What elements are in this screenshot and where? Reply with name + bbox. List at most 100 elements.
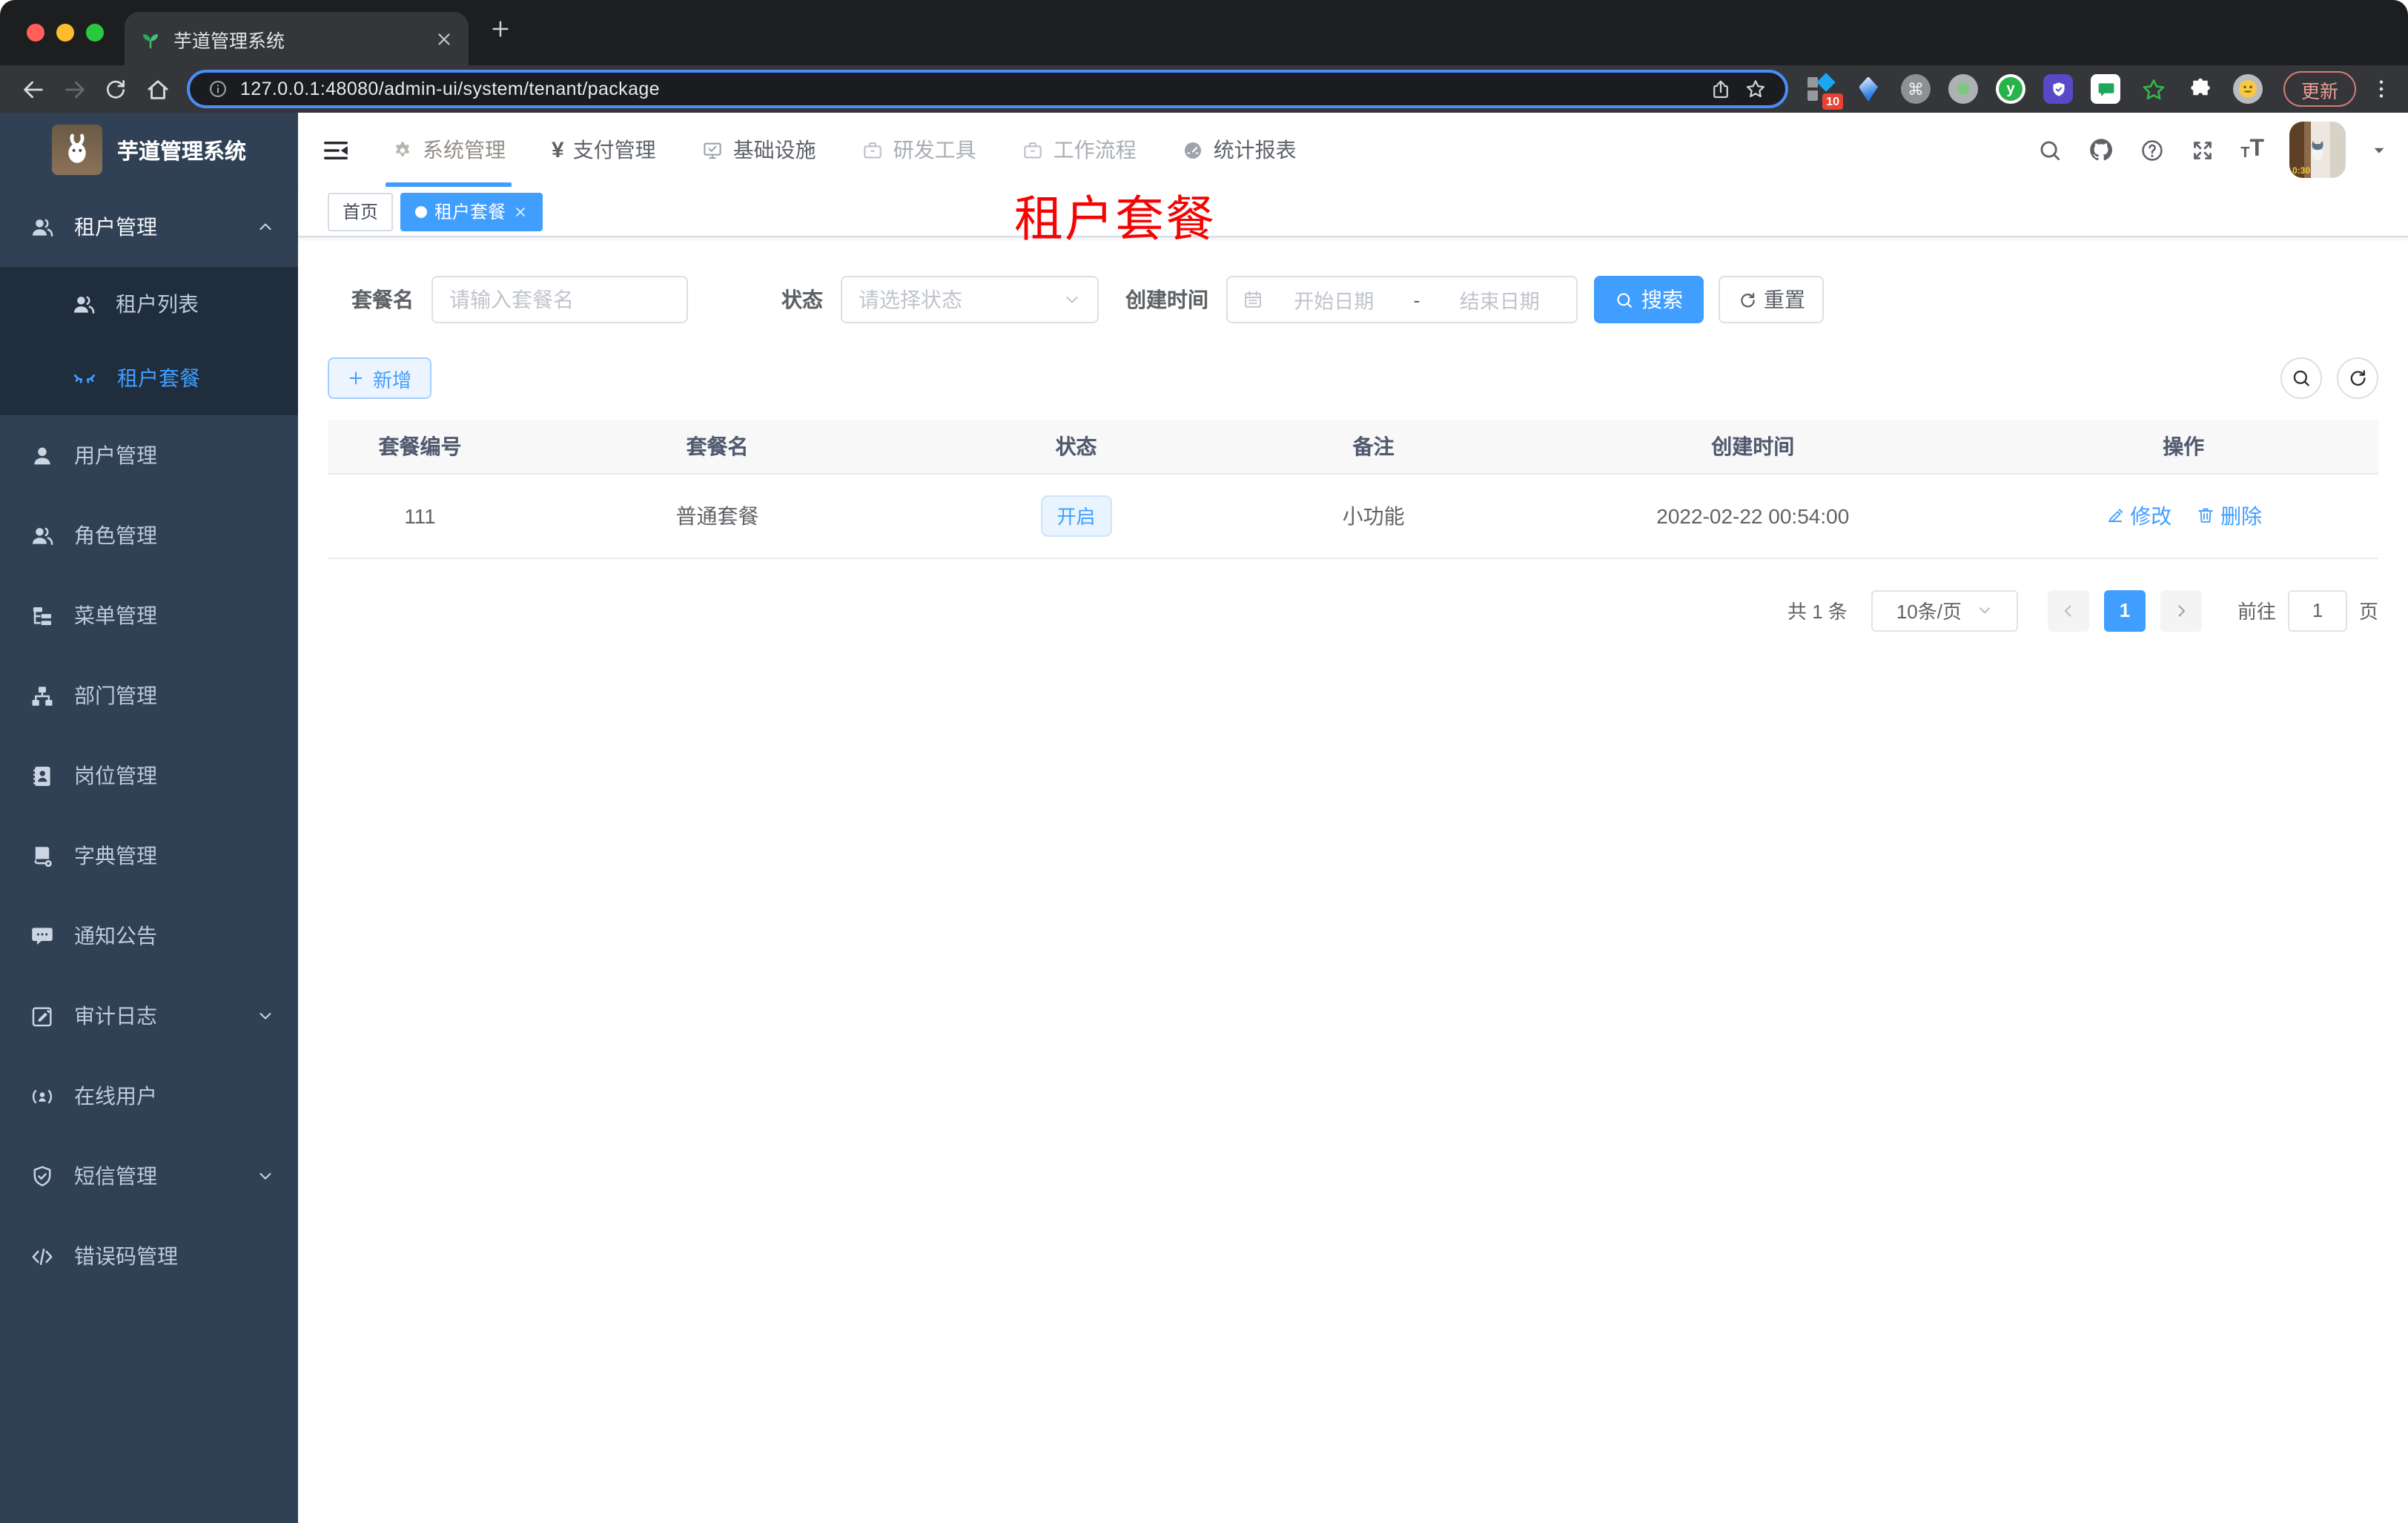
chevron-down-icon — [1977, 602, 1993, 618]
sidebar-item-label: 在线用户 — [74, 1084, 157, 1108]
extension-icon-6[interactable] — [2043, 74, 2073, 104]
next-page-button[interactable] — [2160, 589, 2202, 631]
sidebar-item-role-management[interactable]: 角色管理 — [0, 495, 298, 575]
page-size-select[interactable]: 10条/页 — [1870, 589, 2018, 631]
sidebar-item-dept-management[interactable]: 部门管理 — [0, 655, 298, 736]
top-menu-system[interactable]: 系统管理 — [386, 113, 512, 187]
sidebar-item-sms-management[interactable]: 短信管理 — [0, 1136, 298, 1216]
extension-icon-8[interactable] — [2138, 74, 2168, 104]
date-range-picker[interactable]: 开始日期 - 结束日期 — [1226, 276, 1578, 323]
pagination: 共 1 条 10条/页 1 前往 页 — [328, 589, 2378, 631]
top-menu-report[interactable]: 统计报表 — [1182, 113, 1297, 187]
top-menu-label: 支付管理 — [572, 138, 656, 162]
github-icon[interactable] — [2088, 136, 2114, 163]
top-menu-label: 基础设施 — [732, 138, 816, 162]
top-menu-payment[interactable]: ¥ 支付管理 — [552, 113, 656, 187]
reload-button[interactable] — [95, 70, 136, 108]
sidebar-item-error-code[interactable]: 错误码管理 — [0, 1216, 298, 1296]
browser-tab-strip: 芋道管理系统 — [0, 0, 2408, 65]
window-zoom-button[interactable] — [86, 24, 104, 42]
new-tab-button[interactable] — [489, 18, 512, 40]
window-minimize-button[interactable] — [56, 24, 74, 42]
edit-link[interactable]: 修改 — [2105, 500, 2172, 530]
col-package-name: 套餐名 — [512, 420, 923, 474]
extension-icon-1[interactable]: 10 — [1806, 73, 1843, 110]
sidebar-item-tenant-package[interactable]: 租户套餐 — [0, 341, 298, 415]
toggle-search-button[interactable] — [2280, 357, 2322, 399]
add-button[interactable]: 新增 — [328, 357, 431, 399]
address-bar[interactable]: 127.0.0.1:48080/admin-ui/system/tenant/p… — [187, 70, 1788, 108]
tag-home[interactable]: 首页 — [328, 192, 394, 231]
fullscreen-icon[interactable] — [2190, 137, 2215, 162]
site-info-icon[interactable] — [208, 79, 228, 99]
top-menu-dev-tools[interactable]: 研发工具 — [862, 113, 976, 187]
top-menu-label: 研发工具 — [893, 138, 976, 162]
goto-page-input[interactable] — [2287, 589, 2347, 631]
avatar[interactable]: 0:30 — [2289, 122, 2346, 178]
tag-tenant-package[interactable]: 租户套餐 — [400, 192, 543, 231]
main-area: 租户套餐 系统管理 ¥ 支付管理 基础设施 研发工具 工作流程 统计报表 T T… — [298, 113, 2408, 1523]
sidebar-item-audit-log[interactable]: 审计日志 — [0, 976, 298, 1056]
cell-remark: 小功能 — [1230, 473, 1518, 558]
extension-icon-5[interactable]: y — [1996, 74, 2025, 104]
top-menu-label: 系统管理 — [423, 138, 506, 162]
data-table: 套餐编号 套餐名 状态 备注 创建时间 操作 111 普通套餐 开启 小功能 2… — [328, 420, 2378, 558]
refresh-table-button[interactable] — [2337, 357, 2378, 399]
top-menu-label: 工作流程 — [1053, 138, 1137, 162]
sidebar-item-tenant-list[interactable]: 租户列表 — [0, 267, 298, 341]
package-name-input[interactable] — [431, 276, 688, 323]
tree-table-icon — [30, 603, 55, 628]
home-button[interactable] — [136, 70, 178, 108]
help-icon[interactable] — [2140, 137, 2165, 162]
sidebar-item-menu-management[interactable]: 菜单管理 — [0, 575, 298, 655]
extension-icon-7[interactable] — [2091, 74, 2120, 104]
sidebar-item-online-users[interactable]: 在线用户 — [0, 1056, 298, 1136]
yen-icon: ¥ — [552, 137, 564, 162]
calendar-icon — [1243, 289, 1263, 310]
extension-icon-2[interactable] — [1853, 74, 1883, 104]
status-select[interactable]: 请选择状态 — [841, 276, 1099, 323]
top-menu-workflow[interactable]: 工作流程 — [1022, 113, 1137, 187]
sidebar-collapse-button[interactable] — [322, 136, 350, 164]
dictionary-icon — [30, 843, 55, 868]
extension-icon-3[interactable]: ⌘ — [1901, 74, 1931, 104]
tag-close-icon[interactable] — [513, 204, 528, 219]
sidebar-item-notice[interactable]: 通知公告 — [0, 896, 298, 976]
sidebar-item-label: 租户套餐 — [117, 366, 200, 390]
tab-close-icon[interactable] — [434, 29, 454, 48]
window-close-button[interactable] — [27, 24, 44, 42]
top-navbar: 系统管理 ¥ 支付管理 基础设施 研发工具 工作流程 统计报表 T T 0:30 — [298, 113, 2408, 187]
forward-button[interactable] — [53, 70, 95, 108]
col-status: 状态 — [922, 420, 1230, 474]
screen: 芋道管理系统 127.0.0.1:48080/admin-ui/system/t… — [0, 0, 2408, 1523]
sidebar-item-label: 部门管理 — [74, 684, 157, 707]
table-toolbar: 新增 — [328, 357, 2378, 399]
top-menu-infrastructure[interactable]: 基础设施 — [702, 113, 816, 187]
prev-page-button[interactable] — [2047, 589, 2089, 631]
refresh-icon — [1737, 290, 1756, 309]
app-logo[interactable]: 芋道管理系统 — [0, 113, 298, 187]
chrome-update-button[interactable]: 更新 — [2283, 71, 2357, 107]
font-size-icon[interactable]: TT — [2240, 137, 2264, 162]
cat-photo — [2303, 132, 2332, 165]
caret-down-icon[interactable] — [2371, 142, 2387, 158]
bookmark-star-icon[interactable] — [1744, 77, 1767, 101]
delete-link[interactable]: 删除 — [2195, 500, 2262, 530]
sidebar-item-user-management[interactable]: 用户管理 — [0, 415, 298, 495]
search-icon[interactable] — [2037, 137, 2063, 162]
sidebar-item-post-management[interactable]: 岗位管理 — [0, 736, 298, 816]
share-icon[interactable] — [1710, 78, 1732, 100]
reset-button[interactable]: 重置 — [1719, 276, 1824, 323]
back-button[interactable] — [12, 70, 53, 108]
browser-tab[interactable]: 芋道管理系统 — [125, 12, 469, 65]
search-button[interactable]: 搜索 — [1594, 276, 1704, 323]
sidebar-item-dict-management[interactable]: 字典管理 — [0, 816, 298, 896]
extension-icon-9[interactable] — [2186, 74, 2215, 104]
logo-image — [52, 125, 102, 175]
current-page-button[interactable]: 1 — [2103, 589, 2146, 631]
extension-icon-4[interactable] — [1948, 74, 1978, 104]
extension-icon-10[interactable] — [2233, 74, 2263, 104]
browser-menu-icon[interactable] — [2369, 77, 2393, 101]
sidebar-item-tenant-management[interactable]: 租户管理 — [0, 187, 298, 267]
cell-create-time: 2022-02-22 00:54:00 — [1517, 473, 1989, 558]
